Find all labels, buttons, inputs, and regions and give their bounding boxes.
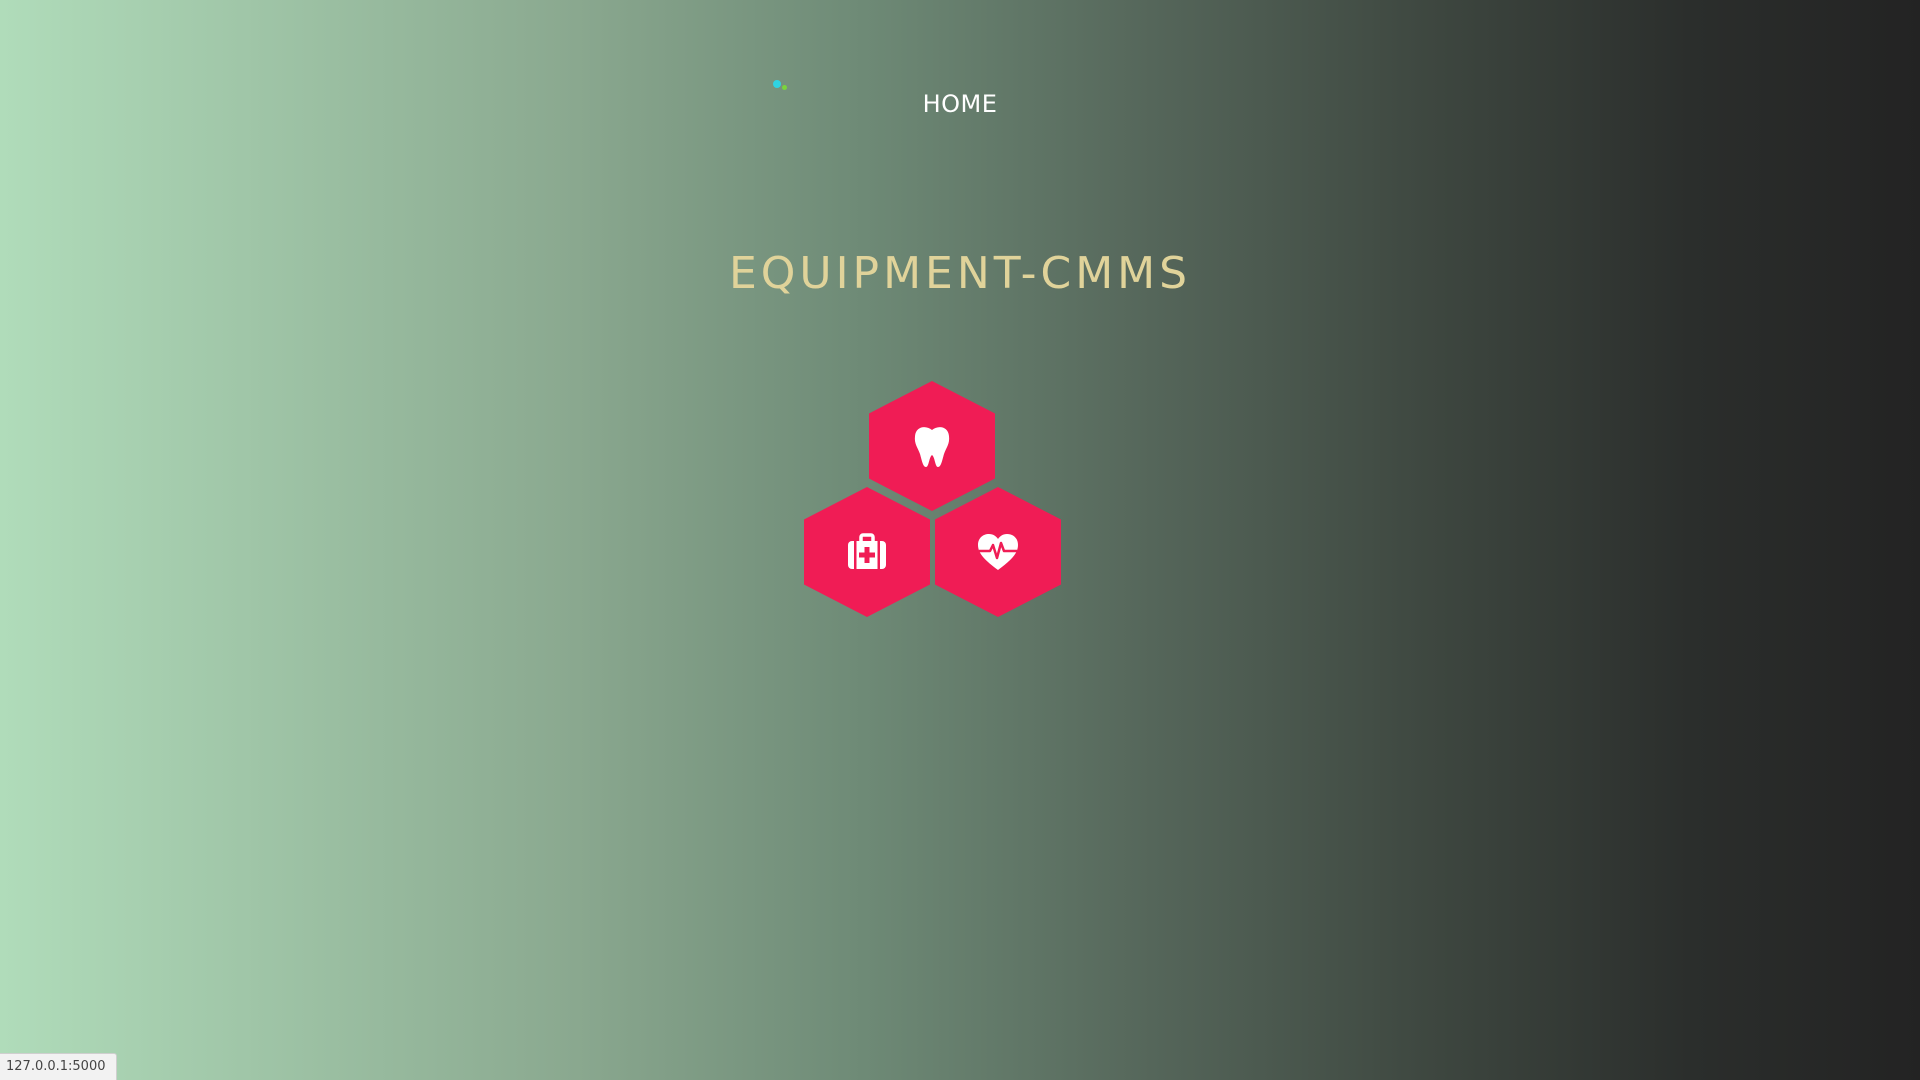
- tooth-icon: [914, 427, 950, 467]
- cardio-equipment-tile[interactable]: [935, 487, 1061, 617]
- logo-dot-cyan: [773, 80, 781, 88]
- status-bar-url: 127.0.0.1:5000: [0, 1053, 117, 1080]
- dental-equipment-tile[interactable]: [869, 381, 995, 511]
- medical-kit-icon: [848, 533, 886, 569]
- nav-home-link[interactable]: HOME: [0, 90, 1920, 118]
- medical-kit-tile[interactable]: [804, 487, 930, 617]
- page-title: Equipment-CMMS: [728, 248, 1192, 299]
- heartbeat-icon: [978, 534, 1018, 570]
